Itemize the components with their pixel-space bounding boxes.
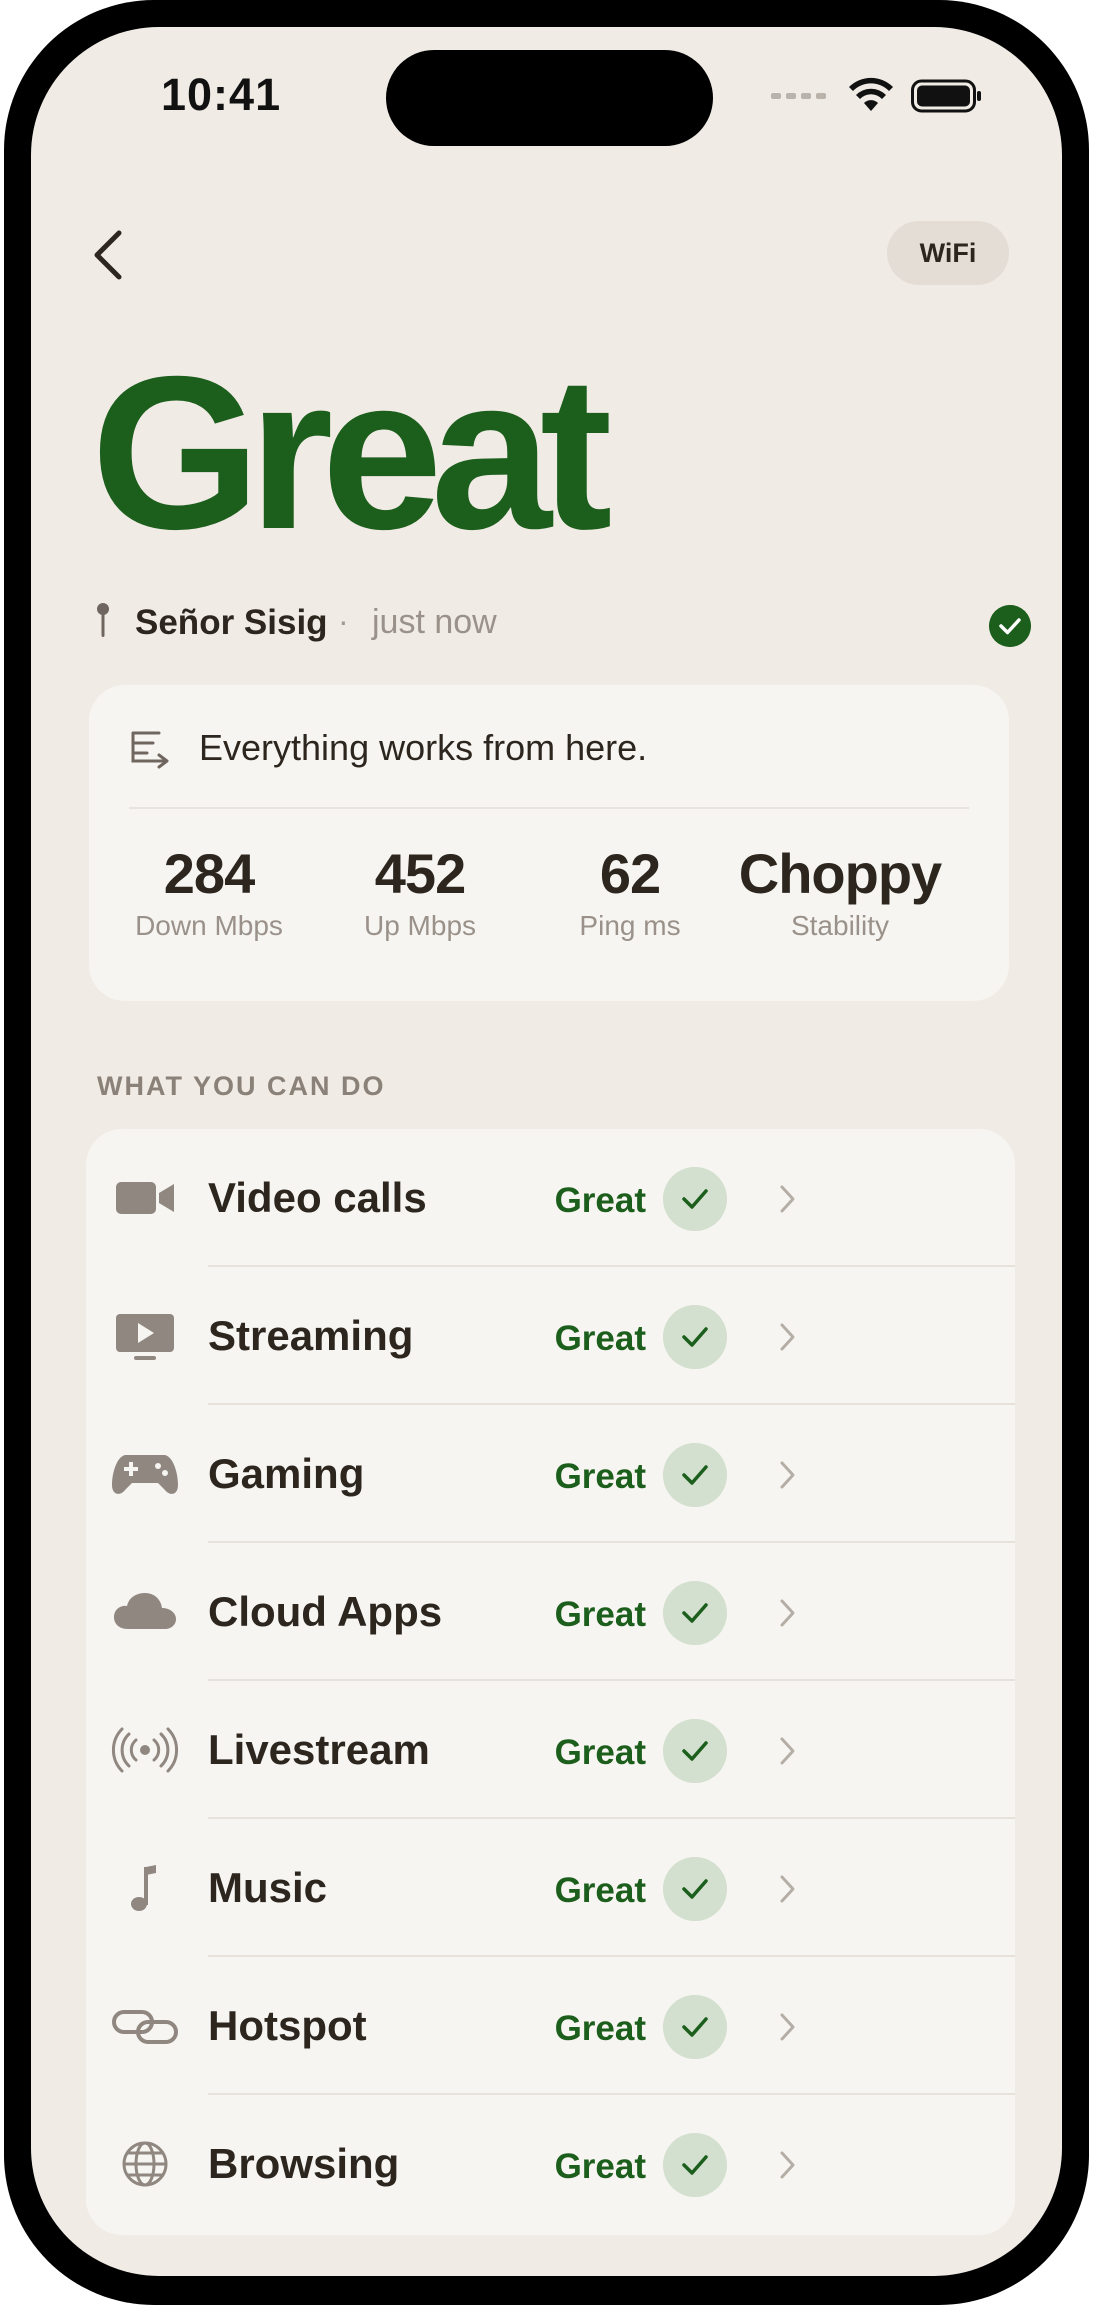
stat-label: Stability [790,909,890,941]
list-item-hotspot[interactable]: Hotspot Great [86,1957,1015,2095]
stat-value: 284 [163,842,255,905]
location-name: Señor Sisig [135,603,328,642]
battery-icon [911,79,981,113]
stat-ping: 62 Ping ms [525,842,735,942]
row-status: Great [554,1457,646,1496]
check-icon [663,2133,727,2197]
stat-upload: 452 Up Mbps [315,842,525,942]
row-status: Great [554,1595,646,1634]
chevron-right-icon [780,1599,795,1627]
chevron-right-icon [780,1875,795,1903]
status-time: 10:41 [161,69,282,120]
network-type-pill[interactable]: WiFi [887,221,1009,285]
stat-label: Down Mbps [135,909,283,941]
chevron-right-icon [780,2013,795,2041]
chevron-right-icon [780,1461,795,1489]
chevron-right-icon [780,1323,795,1351]
row-status: Great [554,1871,646,1910]
wifi-icon [849,77,893,111]
chevron-right-icon [780,1185,795,1213]
updated-time: just now [372,603,497,641]
row-status: Great [554,2147,646,2186]
list-item-music[interactable]: Music Great [86,1819,1015,1957]
summary-card: Everything works from here. 284 Down Mbp… [89,685,1009,1001]
signal-icon [771,93,826,99]
section-title: WHAT YOU CAN DO [97,1071,386,1101]
back-button[interactable] [89,227,129,283]
stat-value: Choppy [738,842,942,905]
check-icon [663,1305,727,1369]
stat-label: Ping ms [579,909,681,941]
divider [129,807,969,809]
row-status: Great [554,1733,646,1772]
check-icon [663,1167,727,1231]
location-row: Señor Sisig · just now [93,593,1031,653]
stat-download: 284 Down Mbps [104,842,314,942]
list-item-streaming[interactable]: Streaming Great [86,1267,1015,1405]
check-icon [663,1995,727,2059]
row-status: Great [554,2009,646,2048]
stat-value: 452 [374,842,466,905]
check-circle-icon [989,605,1031,647]
row-status: Great [554,1319,646,1358]
check-icon [663,1443,727,1507]
list-item-cloud-apps[interactable]: Cloud Apps Great [86,1543,1015,1681]
list-item-video-calls[interactable]: Video calls Great [86,1129,1015,1267]
row-status: Great [554,1181,646,1220]
stat-stability: Choppy Stability [735,842,945,942]
overall-rating: Great [91,332,612,575]
separator-dot: · [338,603,349,639]
summary-message: Everything works from here. [199,727,648,768]
list-item-browsing[interactable]: Browsing Great [86,2095,1015,2233]
stat-value: 62 [599,842,661,905]
screen: 10:41 WiFi Great Señor Sisig · just now … [31,27,1062,2276]
check-icon [663,1857,727,1921]
dynamic-island [386,50,713,146]
check-icon [663,1719,727,1783]
list-item-gaming[interactable]: Gaming Great [86,1405,1015,1543]
chevron-right-icon [780,2151,795,2179]
list-arrow-icon [131,731,169,769]
phone-frame: 10:41 WiFi Great Señor Sisig · just now … [4,0,1089,2305]
pin-icon [97,603,109,637]
list-item-livestream[interactable]: Livestream Great [86,1681,1015,1819]
stat-label: Up Mbps [363,909,477,941]
chevron-right-icon [780,1737,795,1765]
capabilities-list: Video calls Great Streaming Great Gaming… [86,1129,1015,2235]
check-icon [663,1581,727,1645]
